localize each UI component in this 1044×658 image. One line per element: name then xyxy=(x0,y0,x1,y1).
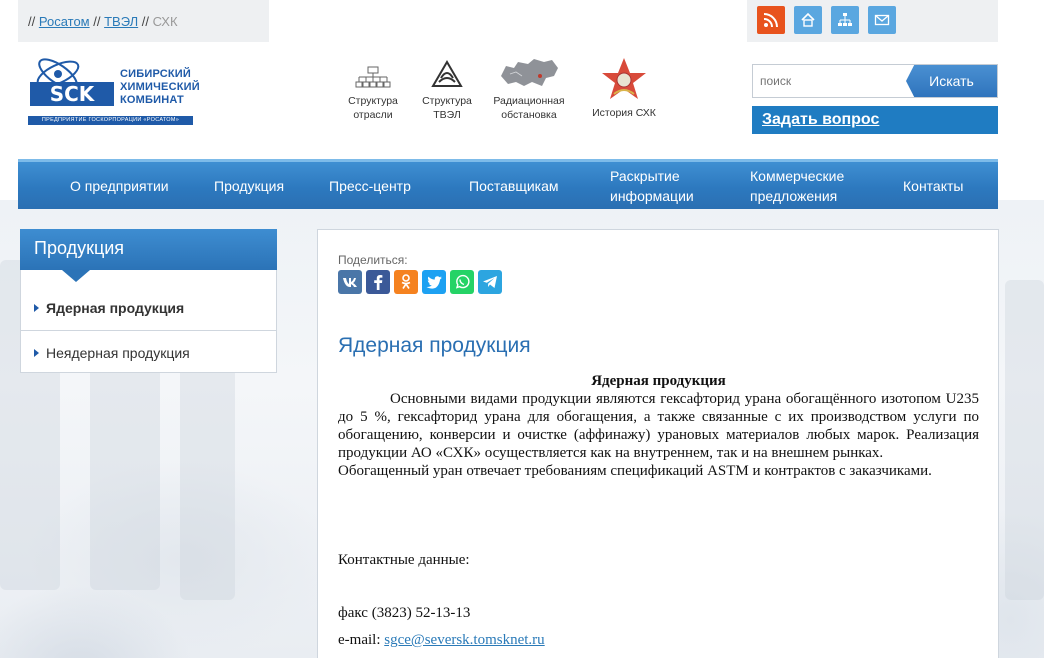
quicklink-tvel-structure[interactable]: Структура ТВЭЛ xyxy=(414,60,480,122)
company-logo[interactable]: SCK СИБИРСКИЙ ХИМИЧЕСКИЙ КОМБИНАТ ПРЕДПР… xyxy=(28,54,200,126)
share-vk-button[interactable] xyxy=(338,270,362,294)
share-label: Поделиться: xyxy=(338,253,408,267)
share-buttons xyxy=(338,270,502,294)
quicklink-radiation-situation[interactable]: Радиационная обстановка xyxy=(488,56,570,122)
ask-question-link[interactable]: Задать вопрос xyxy=(762,111,879,128)
telegram-icon xyxy=(483,276,497,288)
nav-item-products[interactable]: Продукция xyxy=(214,162,284,209)
quicklink-industry-structure[interactable]: Структура отрасли xyxy=(340,64,406,122)
facebook-icon xyxy=(374,275,383,290)
contacts-label: Контактные данные: xyxy=(338,552,470,568)
star-emblem-icon xyxy=(602,58,646,99)
breadcrumb-link-rosatom[interactable]: Росатом xyxy=(39,14,90,29)
twitter-icon xyxy=(426,275,442,289)
breadcrumb-current: СХК xyxy=(152,14,178,29)
search-button[interactable]: Искать xyxy=(906,65,997,97)
sidebar-title: Продукция xyxy=(20,229,277,282)
tvel-logo-icon xyxy=(431,60,463,87)
vk-icon xyxy=(343,278,357,287)
share-twitter-button[interactable] xyxy=(422,270,446,294)
share-odnoklassniki-button[interactable] xyxy=(394,270,418,294)
odnoklassniki-icon xyxy=(401,274,411,289)
breadcrumb-link-tvel[interactable]: ТВЭЛ xyxy=(104,14,138,29)
share-facebook-button[interactable] xyxy=(366,270,390,294)
article-paragraph: Основными видами продукции являются гекс… xyxy=(338,391,979,461)
share-whatsapp-button[interactable] xyxy=(450,270,474,294)
ask-question-bar: Задать вопрос xyxy=(752,106,998,134)
article-title: Ядерная продукция xyxy=(591,373,726,389)
article-body: Ядерная продукция Основными видами проду… xyxy=(338,372,979,480)
nav-item-commercial-offers[interactable]: Коммерческие предложения xyxy=(750,162,844,209)
contact-email: e-mail: sgce@seversk.tomsknet.ru xyxy=(338,632,545,648)
nav-item-suppliers[interactable]: Поставщикам xyxy=(469,162,559,209)
nav-item-disclosure[interactable]: Раскрытие информации xyxy=(610,162,694,209)
search-box: Искать xyxy=(752,64,998,98)
breadcrumb: // Росатом // ТВЭЛ // СХК xyxy=(18,0,269,42)
sitemap-button[interactable] xyxy=(831,6,859,34)
share-telegram-button[interactable] xyxy=(478,270,502,294)
nav-item-press-center[interactable]: Пресс-центр xyxy=(329,162,411,209)
email-link[interactable]: sgce@seversk.tomsknet.ru xyxy=(384,632,544,648)
sitemap-icon xyxy=(838,13,852,26)
arrow-right-icon xyxy=(34,349,39,357)
rss-icon xyxy=(763,13,778,28)
main-nav: О предприятии Продукция Пресс-центр Пост… xyxy=(18,159,998,209)
article-paragraph: Обогащенный уран отвечает требованиям сп… xyxy=(338,463,932,479)
sidebar-item-non-nuclear-products[interactable]: Неядерная продукция xyxy=(21,330,276,372)
russia-map-icon xyxy=(501,59,558,86)
content-panel: Поделиться: Ядерная продукция Ядерная пр… xyxy=(317,229,999,658)
page-title: Ядерная продукция xyxy=(338,334,531,357)
search-input[interactable] xyxy=(753,65,913,97)
nav-item-about[interactable]: О предприятии xyxy=(70,162,169,209)
quicklink-sck-history[interactable]: История СХК xyxy=(584,56,664,120)
svg-text:SCK: SCK xyxy=(50,82,96,106)
contact-fax: факс (3823) 52-13-13 xyxy=(338,605,471,621)
sidebar: Продукция Ядерная продукция Неядерная пр… xyxy=(20,229,277,373)
arrow-right-icon xyxy=(34,304,39,312)
rss-button[interactable] xyxy=(757,6,785,34)
home-icon xyxy=(801,12,815,27)
nav-item-contacts[interactable]: Контакты xyxy=(903,162,963,209)
mail-icon xyxy=(874,14,890,26)
header-icon-bar xyxy=(747,0,998,42)
home-button[interactable] xyxy=(794,6,822,34)
logo-tagline: ПРЕДПРИЯТИЕ ГОСКОРПОРАЦИИ «РОСАТОМ» xyxy=(28,116,193,125)
whatsapp-icon xyxy=(455,274,470,289)
sidebar-item-nuclear-products[interactable]: Ядерная продукция xyxy=(21,270,276,330)
sck-logo-mark: SCK xyxy=(30,58,114,106)
mail-button[interactable] xyxy=(868,6,896,34)
structure-icon xyxy=(355,66,391,88)
